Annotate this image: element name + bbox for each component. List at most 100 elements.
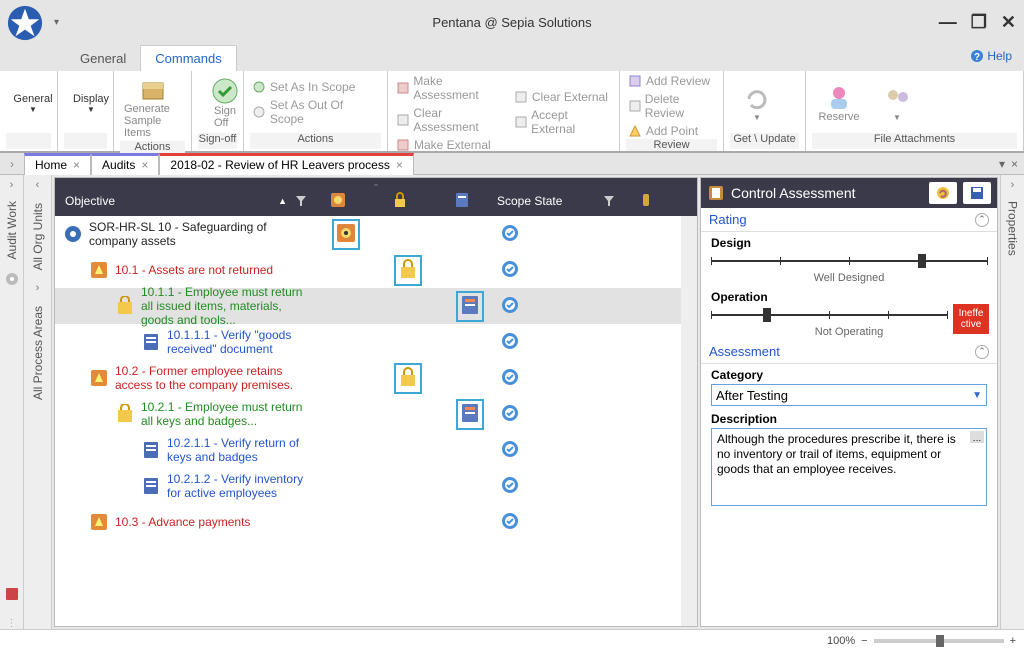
slider-design[interactable] [711,252,987,270]
people-2-icon [883,85,911,113]
panel-save-button[interactable] [963,182,991,204]
help-icon: ? [970,49,984,63]
get-update-button[interactable]: ▼ [730,83,784,124]
add-review-button[interactable]: Add Review [626,73,717,89]
collapse-icon[interactable]: ⌃ [975,213,989,227]
sidebar-expand-icon[interactable]: › [10,175,14,195]
combo-category[interactable]: After Testing▼ [711,384,987,406]
collapse-icon[interactable]: ⌃ [975,345,989,359]
tabs-menu-icon[interactable]: ▾ [999,157,1005,171]
pane-handle[interactable]: ⌄ [55,178,697,186]
col-header-flag [615,191,677,211]
ribbon-group-file-attach: File Attachments [812,133,1017,149]
make-assessment-button[interactable]: Make Assessment [394,73,508,103]
hazard-icon[interactable] [329,191,347,209]
section-rating[interactable]: Rating⌃ [701,208,997,232]
general-button[interactable]: General▼ [6,91,60,116]
sidebar-properties[interactable]: Properties [1006,195,1020,262]
clipboard-icon[interactable] [453,191,471,209]
textarea-description[interactable]: Although the procedures prescribe it, th… [711,428,987,506]
zoom-out-button[interactable]: − [861,635,867,647]
tree-row[interactable]: SOR-HR-SL 10 - Safeguarding of company a… [55,216,697,252]
tree-body[interactable]: SOR-HR-SL 10 - Safeguarding of company a… [55,216,697,626]
add-point-button[interactable]: Add Point [626,123,717,139]
tree-row[interactable]: 10.1.1 - Employee must return all issued… [55,288,697,324]
window-title: Pentana @ Sepia Solutions [432,15,591,30]
tree-row[interactable]: 10.3 - Advance payments [55,504,697,540]
refresh-icon [743,85,771,113]
delete-review-button[interactable]: Delete Review [626,91,717,121]
flag-icon[interactable] [637,191,655,209]
close-tab-icon[interactable]: × [396,158,403,172]
ribbon-tab-commands[interactable]: Commands [140,45,236,71]
make-assess-icon [396,81,409,95]
set-in-scope-button[interactable]: Set As In Scope [250,79,381,95]
gear-icon[interactable] [4,271,20,287]
scope-state-icon [501,332,519,350]
doc-tab-home[interactable]: Home× [24,153,91,175]
minimize-icon[interactable]: — [939,12,957,33]
accept-external-button[interactable]: Accept External [512,107,613,137]
sidebar-audit-work[interactable]: Audit Work [5,195,19,265]
qat-toggle-icon[interactable]: ▾ [54,17,59,28]
ribbon-group-actions-2: Actions [250,133,381,149]
zoom-in-button[interactable]: + [1010,635,1016,647]
tab-org-units[interactable]: All Org Units [31,195,45,278]
tab-process-areas[interactable]: All Process Areas [31,298,45,408]
filter-icon[interactable] [603,195,615,207]
clear-assessment-button[interactable]: Clear Assessment [394,105,508,135]
book-icon[interactable] [4,586,20,602]
col-header-lock [369,191,431,212]
tree-collapse-icon[interactable]: ‹ [36,175,40,195]
doc-tabs-expand[interactable]: › [0,157,24,171]
set-out-scope-button[interactable]: Set As Out Of Scope [250,97,381,127]
tree-row[interactable]: 10.2.1.2 - Verify inventory for active e… [55,468,697,504]
tree-row[interactable]: 10.1.1.1 - Verify "goods received" docum… [55,324,697,360]
tree-row[interactable]: 10.2.1.1 - Verify return of keys and bad… [55,432,697,468]
clipboard-icon [707,184,725,202]
tree-expand-icon[interactable]: › [36,278,40,298]
close-tab-icon[interactable]: × [73,158,80,172]
display-button[interactable]: Display▼ [64,91,118,116]
filter-icon[interactable] [295,195,307,207]
zoom-slider[interactable] [874,639,1004,643]
clear-assess-icon [396,113,409,127]
expand-text-icon[interactable]: … [970,431,984,443]
sidebar-expand-icon[interactable]: › [1011,175,1015,195]
scope-state-icon [501,224,519,242]
grid-header: Objective▲ Scope State [55,186,697,216]
close-icon[interactable]: ✕ [1001,12,1016,33]
doc-tab-current[interactable]: 2018-02 - Review of HR Leavers process× [159,153,413,175]
add-review-icon [628,74,642,88]
tabs-close-all-icon[interactable]: × [1011,157,1018,171]
doc-tab-audits[interactable]: Audits× [91,153,159,175]
lock-icon[interactable] [391,191,409,209]
attach-button[interactable]: ▼ [870,83,924,124]
revert-icon [935,185,951,201]
section-assessment[interactable]: Assessment⌃ [701,340,997,364]
col-header-objective[interactable]: Objective▲ [55,194,295,208]
panel-revert-button[interactable] [929,182,957,204]
label-description: Description [701,408,997,426]
generate-sample-items-button[interactable]: Generate Sample Items [120,73,185,141]
sidebar-handle-icon[interactable]: ⋮ [7,618,17,629]
tree-row[interactable]: 10.2.1 - Employee must return all keys a… [55,396,697,432]
clear-external-button[interactable]: Clear External [512,89,613,105]
make-external-button[interactable]: Make External [394,137,508,153]
slider-operation[interactable] [711,306,947,324]
box-icon [139,75,167,103]
tree-row[interactable]: 10.2 - Former employee retains access to… [55,360,697,396]
tree-row[interactable]: 10.1 - Assets are not returned [55,252,697,288]
scope-state-icon [501,440,519,458]
maximize-icon[interactable]: ❐ [971,12,987,33]
zoom-value: 100% [827,635,855,647]
vertical-scrollbar[interactable] [681,216,697,626]
reserve-button[interactable]: Reserve [812,81,866,125]
label-category: Category [701,364,997,382]
left-sidebar: › Audit Work ⋮ [0,175,24,629]
sort-asc-icon[interactable]: ▲ [278,196,287,206]
col-header-scope[interactable]: Scope State [493,194,603,208]
close-tab-icon[interactable]: × [141,158,148,172]
help-link[interactable]: ? Help [970,49,1012,63]
ribbon-tab-general[interactable]: General [66,46,140,71]
